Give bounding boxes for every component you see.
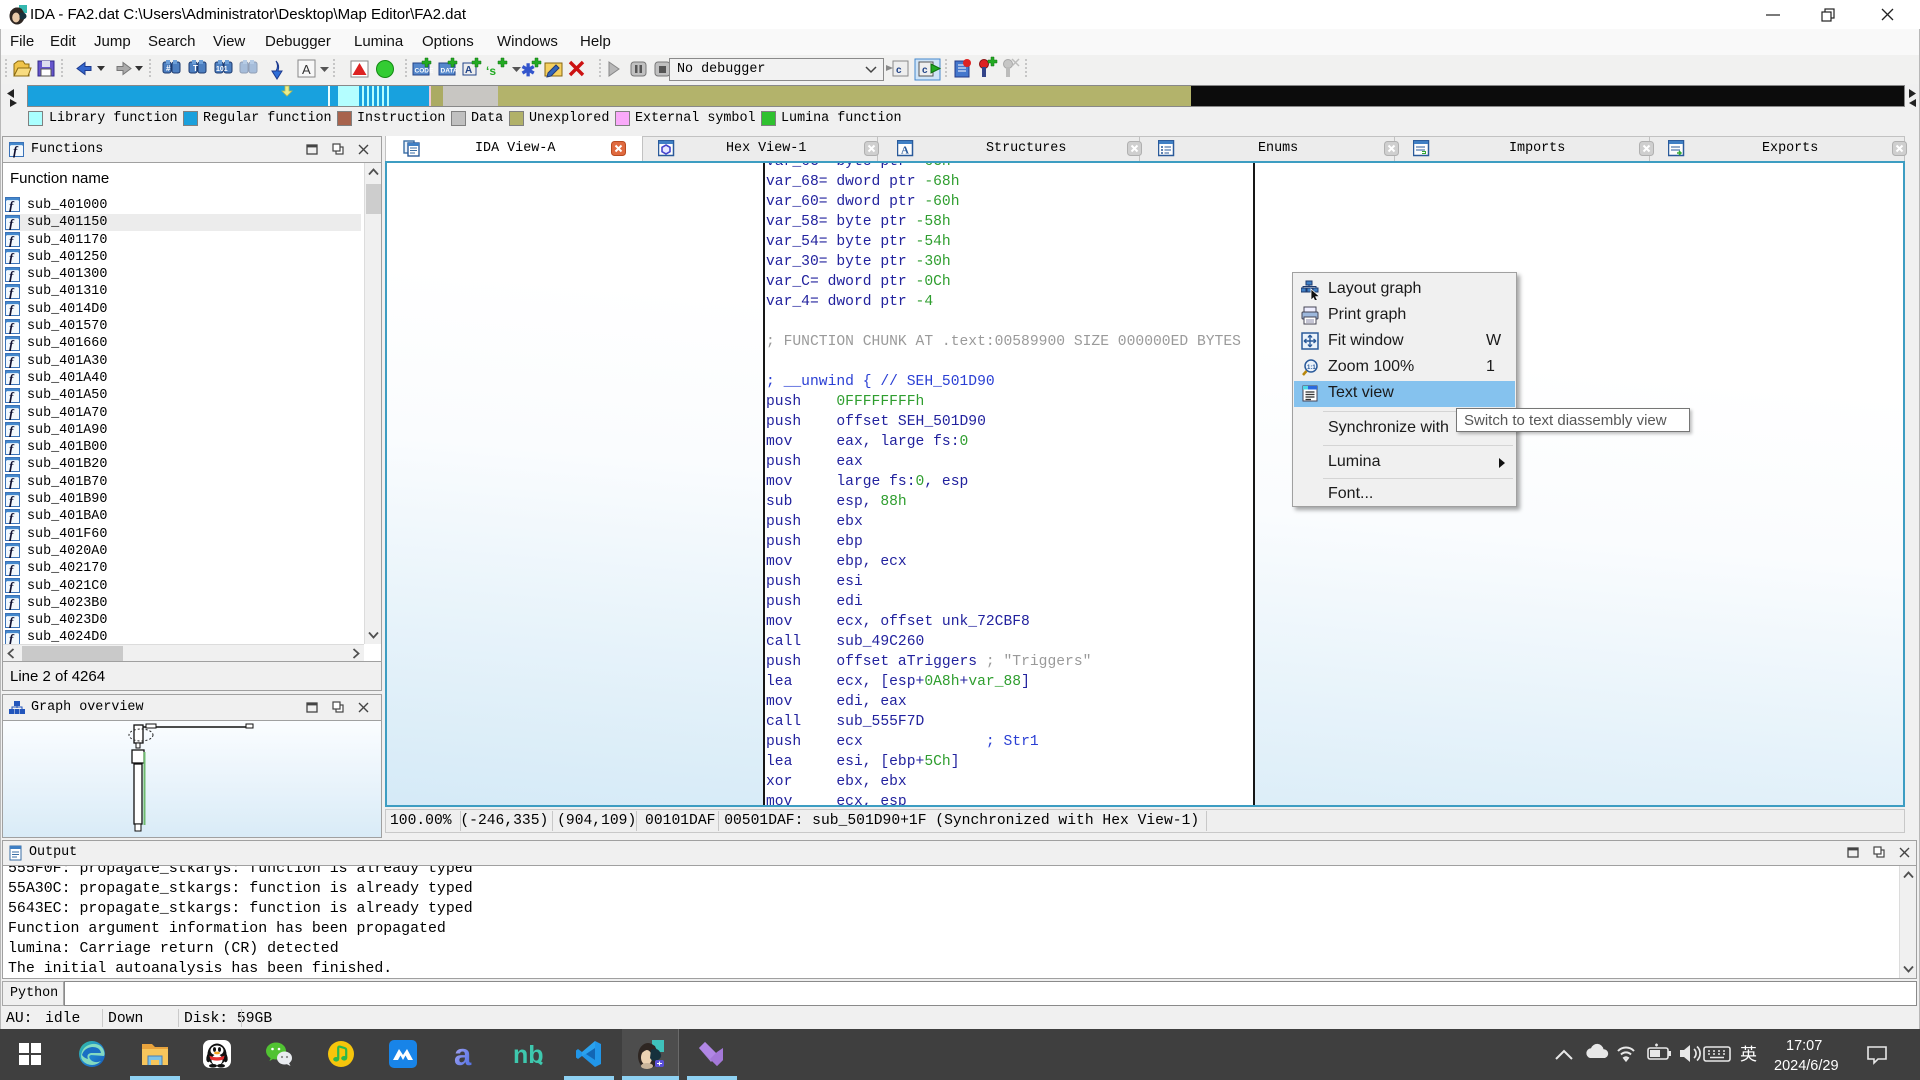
svg-text:a: a: [454, 1040, 472, 1068]
svg-text:A: A: [465, 65, 472, 76]
svg-text:A: A: [901, 145, 909, 157]
svg-text:英: 英: [1740, 1045, 1757, 1064]
svg-text:#: #: [166, 64, 171, 73]
svg-text:‘s: ‘s: [486, 64, 496, 78]
svg-text:1:1: 1:1: [1307, 365, 1316, 371]
svg-text:c: c: [896, 65, 902, 76]
svg-text:CODE: CODE: [415, 68, 434, 75]
svg-text:c: c: [922, 65, 928, 76]
svg-text:17:07: 17:07: [1786, 1038, 1822, 1054]
svg-text:2024/6/29: 2024/6/29: [1774, 1058, 1839, 1074]
svg-text:nb: nb: [513, 1041, 543, 1068]
svg-text:A: A: [302, 62, 311, 77]
svg-text:101: 101: [216, 66, 228, 73]
svg-text:T: T: [193, 64, 198, 73]
svg-text:DATA: DATA: [441, 68, 458, 75]
